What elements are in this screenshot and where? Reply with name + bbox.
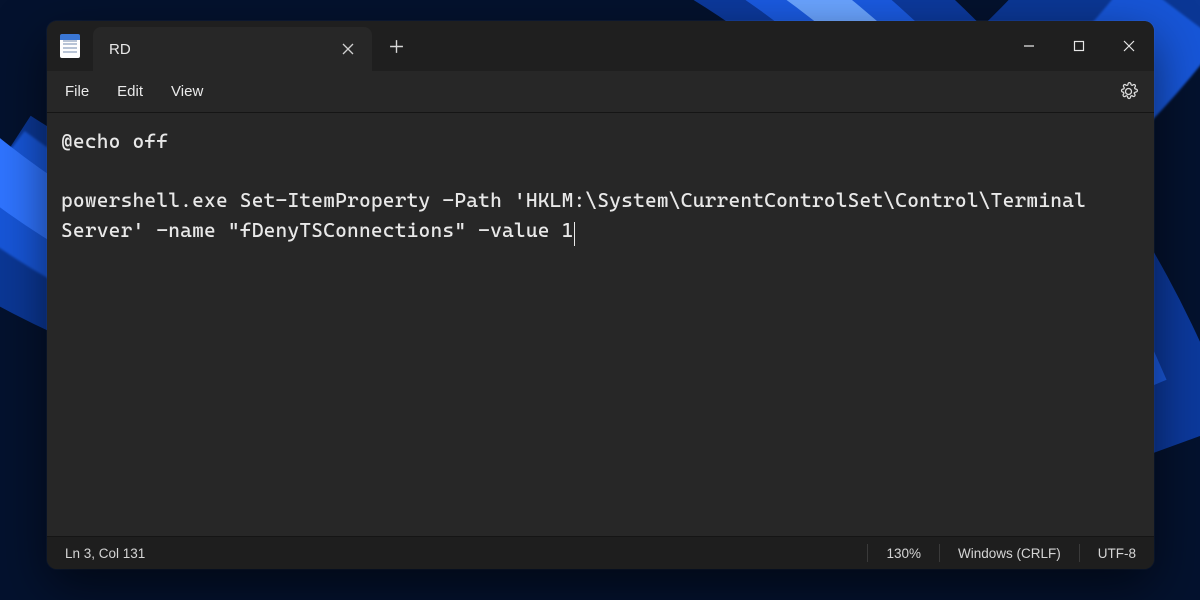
close-icon	[342, 43, 354, 55]
close-window-button[interactable]	[1104, 21, 1154, 71]
text-caret	[574, 222, 575, 246]
status-position[interactable]: Ln 3, Col 131	[47, 537, 163, 569]
app-icon	[47, 21, 93, 71]
editor-content: @echo off powershell.exe Set-ItemPropert…	[61, 129, 1098, 242]
notepad-window: RD File Edit View	[47, 21, 1154, 569]
status-line-ending[interactable]: Windows (CRLF)	[940, 537, 1079, 569]
gear-icon	[1119, 82, 1138, 101]
settings-button[interactable]	[1110, 74, 1146, 110]
minimize-icon	[1023, 40, 1035, 52]
text-editor[interactable]: @echo off powershell.exe Set-ItemPropert…	[47, 113, 1154, 536]
maximize-button[interactable]	[1054, 21, 1104, 71]
tab-title: RD	[109, 41, 334, 58]
minimize-button[interactable]	[1004, 21, 1054, 71]
status-zoom[interactable]: 130%	[868, 537, 939, 569]
window-controls	[1004, 21, 1154, 71]
menu-edit[interactable]: Edit	[103, 77, 157, 106]
statusbar: Ln 3, Col 131 130% Windows (CRLF) UTF-8	[47, 536, 1154, 569]
status-encoding[interactable]: UTF-8	[1080, 537, 1154, 569]
tab-active[interactable]: RD	[93, 27, 372, 71]
titlebar[interactable]: RD	[47, 21, 1154, 71]
notepad-icon	[60, 34, 80, 58]
new-tab-button[interactable]	[372, 21, 420, 71]
close-icon	[1123, 40, 1135, 52]
menu-view[interactable]: View	[157, 77, 217, 106]
tab-close-button[interactable]	[334, 35, 362, 63]
plus-icon	[389, 39, 404, 54]
maximize-icon	[1073, 40, 1085, 52]
menu-file[interactable]: File	[55, 77, 103, 106]
menubar: File Edit View	[47, 71, 1154, 113]
